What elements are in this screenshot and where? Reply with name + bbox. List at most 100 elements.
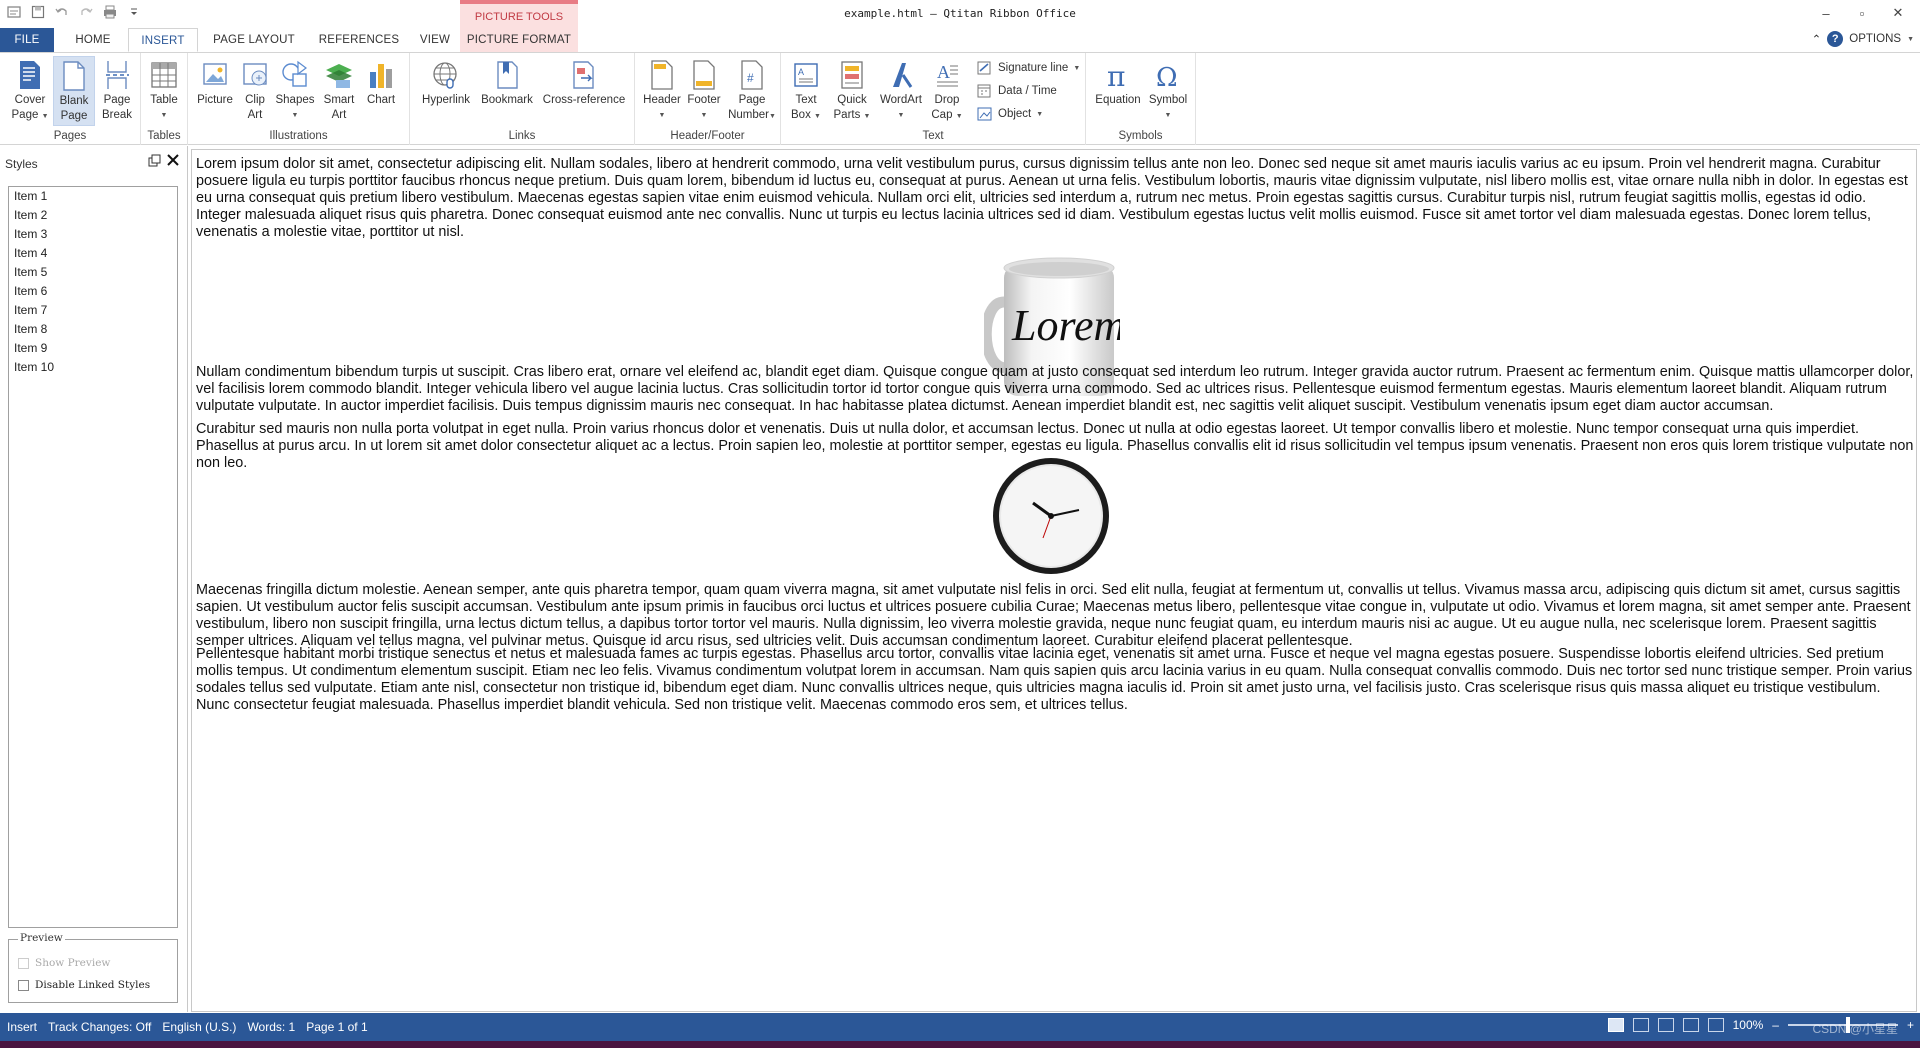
status-words[interactable]: Words: 1 [247, 1020, 295, 1034]
tab-references[interactable]: REFERENCES [314, 28, 404, 52]
footer-icon [693, 60, 715, 90]
clock-image[interactable] [991, 456, 1111, 576]
svg-text:Ω: Ω [1156, 63, 1178, 90]
status-page[interactable]: Page 1 of 1 [306, 1020, 367, 1034]
blank-page-button[interactable]: Blank Page [53, 56, 95, 126]
tab-home[interactable]: HOME [60, 28, 126, 52]
header-button[interactable]: Header ▼ [641, 56, 683, 126]
tab-view[interactable]: VIEW [410, 28, 460, 52]
svg-text:A: A [798, 67, 804, 77]
paragraph-1[interactable]: Lorem ipsum dolor sit amet, consectetur … [196, 156, 1914, 241]
list-item[interactable]: Item 5 [9, 263, 177, 282]
web-layout-view-icon[interactable] [1657, 1018, 1674, 1032]
paragraph-4[interactable]: Maecenas fringilla dictum molestie. Aene… [196, 582, 1914, 650]
print-layout-view-icon[interactable] [1607, 1018, 1624, 1032]
quick-parts-button[interactable]: Quick Parts ▼ [831, 56, 873, 126]
float-pane-icon[interactable] [148, 154, 161, 170]
styles-pane-controls [148, 154, 179, 170]
group-label-pages: Pages [53, 130, 87, 142]
help-icon[interactable]: ? [1827, 31, 1844, 47]
page-number-button[interactable]: # Page Number▼ [727, 56, 777, 126]
show-preview-checkbox[interactable] [18, 957, 29, 969]
group-label-illustrations: Illustrations [269, 130, 328, 142]
list-item[interactable]: Item 10 [9, 358, 177, 377]
list-item[interactable]: Item 9 [9, 339, 177, 358]
status-track-changes[interactable]: Track Changes: Off [48, 1020, 151, 1034]
footer-button[interactable]: Footer ▼ [683, 56, 725, 126]
list-item[interactable]: Item 3 [9, 225, 177, 244]
equation-icon: π [1107, 60, 1125, 90]
object-icon [977, 107, 992, 121]
tab-picture-format[interactable]: PICTURE FORMAT [460, 28, 578, 52]
status-mode[interactable]: Insert [7, 1020, 37, 1034]
disable-linked-styles-checkbox[interactable] [18, 979, 29, 991]
object-button[interactable]: Object ▼ [977, 104, 1043, 124]
zoom-level[interactable]: 100% [1733, 1018, 1764, 1032]
group-header-footer: Header ▼ Footer ▼ # Page Number▼ Header/… [635, 53, 781, 145]
wordart-button[interactable]: WordArt ▼ [877, 56, 925, 126]
full-screen-view-icon[interactable] [1632, 1018, 1649, 1032]
table-icon [151, 62, 177, 88]
paragraph-5[interactable]: Pellentesque habitant morbi tristique se… [196, 646, 1914, 714]
chart-button[interactable]: Chart [362, 56, 400, 126]
tab-page-layout[interactable]: PAGE LAYOUT [204, 28, 304, 52]
picture-button[interactable]: Picture [194, 56, 236, 126]
collapse-ribbon-icon[interactable]: ⌃ [1812, 32, 1822, 46]
status-language[interactable]: English (U.S.) [162, 1020, 236, 1034]
list-item[interactable]: Item 4 [9, 244, 177, 263]
chart-icon [370, 64, 392, 88]
close-button[interactable]: ✕ [1880, 2, 1916, 24]
date-time-button[interactable]: Data / Time [977, 81, 1057, 101]
bookmark-icon [497, 61, 518, 89]
quick-parts-icon [841, 61, 863, 89]
restore-button[interactable]: ▫ [1844, 2, 1880, 24]
show-preview-checkbox-row: Show Preview [18, 957, 110, 969]
draft-view-icon[interactable] [1707, 1018, 1724, 1032]
list-item[interactable]: Item 6 [9, 282, 177, 301]
outline-view-icon[interactable] [1682, 1018, 1699, 1032]
group-text: A Text Box ▼ Quick Parts ▼ WordArt ▼ A D… [781, 53, 1086, 145]
group-label-header-footer: Header/Footer [670, 130, 745, 142]
text-box-button[interactable]: A Text Box ▼ [785, 56, 827, 126]
clip-art-icon [243, 63, 267, 86]
taskbar-strip [0, 1041, 1920, 1048]
drop-cap-button[interactable]: A Drop Cap ▼ [927, 56, 967, 126]
styles-list[interactable]: Item 1 Item 2 Item 3 Item 4 Item 5 Item … [8, 186, 178, 928]
symbol-button[interactable]: Ω Symbol ▼ [1146, 56, 1190, 126]
list-item[interactable]: Item 7 [9, 301, 177, 320]
equation-button[interactable]: π Equation [1092, 56, 1144, 126]
smart-art-button[interactable]: Smart Art [318, 56, 360, 126]
header-icon [651, 60, 673, 90]
hyperlink-icon [433, 62, 457, 89]
shapes-button[interactable]: Shapes ▼ [274, 56, 316, 126]
bookmark-button[interactable]: Bookmark [478, 56, 536, 126]
group-label-text: Text [922, 130, 944, 142]
styles-pane: Styles Item 1 Item 2 Item 3 Item 4 Item … [0, 146, 188, 1012]
zoom-in-button[interactable]: + [1907, 1018, 1914, 1032]
page-break-button[interactable]: Page Break [97, 56, 137, 126]
signature-line-button[interactable]: Signature line ▼ [977, 58, 1080, 78]
styles-pane-title: Styles [5, 157, 38, 171]
cross-reference-button[interactable]: Cross-reference [540, 56, 628, 126]
hyperlink-button[interactable]: Hyperlink [418, 56, 474, 126]
table-button[interactable]: Table ▼ [145, 56, 183, 126]
minimize-button[interactable]: – [1808, 2, 1844, 24]
status-left: Insert Track Changes: Off English (U.S.)… [7, 1020, 368, 1034]
tab-insert[interactable]: INSERT [128, 28, 198, 52]
options-menu[interactable]: OPTIONS [1849, 33, 1901, 45]
group-pages: Cover Page ▼ Blank Page Page Break Pages [0, 53, 141, 145]
tab-file[interactable]: FILE [0, 28, 54, 52]
close-pane-icon[interactable] [167, 154, 179, 170]
cover-page-button[interactable]: Cover Page ▼ [10, 56, 50, 126]
preview-legend: Preview [18, 932, 65, 944]
page-number-icon: # [741, 60, 763, 90]
document-area[interactable]: Lorem ipsum dolor sit amet, consectetur … [191, 149, 1917, 1012]
drop-cap-icon: A [937, 62, 958, 87]
paragraph-2[interactable]: Nullam condimentum bibendum turpis ut su… [196, 364, 1914, 415]
list-item[interactable]: Item 8 [9, 320, 177, 339]
clip-art-button[interactable]: Clip Art [238, 56, 272, 126]
list-item[interactable]: Item 2 [9, 206, 177, 225]
list-item[interactable]: Item 1 [9, 187, 177, 206]
zoom-out-button[interactable]: – [1772, 1018, 1779, 1032]
group-links: Hyperlink Bookmark Cross-reference Links [410, 53, 635, 145]
